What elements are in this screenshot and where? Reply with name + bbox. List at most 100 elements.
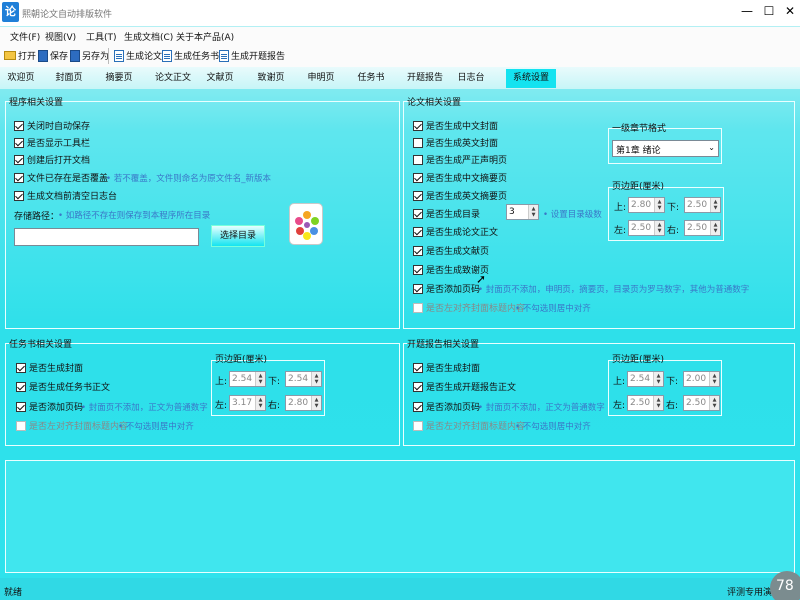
checkbox-task-left-align[interactable]: 是否左对齐封面标题内容: [16, 419, 128, 432]
paper-margin-right[interactable]: 2.50 ▲ ▼: [684, 220, 721, 236]
report-margin-left[interactable]: 2.50 ▲ ▼: [627, 395, 664, 411]
spinner-arrows[interactable]: ▲ ▼: [255, 372, 265, 386]
palette-icon[interactable]: [289, 203, 323, 245]
tab-declaration[interactable]: 申明页: [302, 69, 340, 88]
generate-report-button[interactable]: 生成开题报告: [219, 49, 285, 62]
generate-paper-button[interactable]: 生成论文: [114, 49, 162, 62]
checkbox-box[interactable]: [14, 137, 24, 148]
spinner-arrows[interactable]: ▲ ▼: [710, 221, 720, 235]
save-button[interactable]: 保存: [38, 49, 68, 62]
open-button[interactable]: 打开: [4, 49, 36, 62]
checkbox-box[interactable]: [14, 172, 24, 183]
checkbox-overwrite[interactable]: 文件已存在是否覆盖: [14, 171, 108, 184]
tab-body[interactable]: 论文正文: [150, 69, 196, 88]
spinner-arrows[interactable]: ▲ ▼: [311, 396, 321, 410]
tab-task-book[interactable]: 任务书: [352, 69, 390, 88]
checkbox-box[interactable]: [413, 137, 423, 148]
checkbox-toc[interactable]: 是否生成目录: [413, 207, 480, 220]
spinner-arrows[interactable]: ▲ ▼: [528, 205, 538, 219]
checkbox-open-after-create[interactable]: 创建后打开文档: [14, 153, 90, 166]
save-path-input[interactable]: [14, 228, 199, 246]
report-margin-bottom[interactable]: 2.00 ▲ ▼: [683, 371, 720, 387]
paper-margin-top[interactable]: 2.80 ▲ ▼: [628, 197, 665, 213]
spinner-arrows[interactable]: ▲ ▼: [653, 396, 663, 410]
checkbox-cn-cover[interactable]: 是否生成中文封面: [413, 119, 498, 132]
checkbox-box[interactable]: [413, 245, 423, 256]
tab-references[interactable]: 文献页: [201, 69, 239, 88]
checkbox-box[interactable]: [16, 401, 26, 412]
tab-proposal[interactable]: 开题报告: [402, 69, 448, 88]
checkbox-declaration[interactable]: 是否生成严正声明页: [413, 153, 507, 166]
checkbox-box[interactable]: [413, 381, 423, 392]
spinner-arrows[interactable]: ▲ ▼: [255, 396, 265, 410]
menu-file[interactable]: 文件(F): [10, 30, 40, 43]
menu-tools[interactable]: 工具(T): [86, 30, 117, 43]
paper-margin-bottom[interactable]: 2.50 ▲ ▼: [684, 197, 721, 213]
spinner-arrows[interactable]: ▲ ▼: [653, 372, 663, 386]
checkbox-box[interactable]: [413, 401, 423, 412]
spinner-arrows[interactable]: ▲ ▼: [709, 372, 719, 386]
checkbox-box[interactable]: [413, 172, 423, 183]
choose-directory-button[interactable]: 选择目录: [211, 225, 265, 247]
checkbox-left-align-cover[interactable]: 是否左对齐封面标题内容: [413, 301, 525, 314]
toc-level-spinner[interactable]: 3 ▲ ▼: [506, 204, 539, 220]
checkbox-report-body[interactable]: 是否生成开题报告正文: [413, 380, 516, 393]
checkbox-box[interactable]: [16, 362, 26, 373]
checkbox-box[interactable]: [413, 208, 423, 219]
task-margin-left[interactable]: 3.17 ▲ ▼: [229, 395, 266, 411]
checkbox-show-toolbar[interactable]: 是否显示工具栏: [14, 136, 90, 149]
report-margin-right[interactable]: 2.50 ▲ ▼: [683, 395, 720, 411]
checkbox-cn-abstract[interactable]: 是否生成中文摘要页: [413, 171, 507, 184]
tab-cover[interactable]: 封面页: [50, 69, 88, 88]
checkbox-box[interactable]: [413, 226, 423, 237]
tab-welcome[interactable]: 欢迎页: [2, 69, 40, 88]
checkbox-box[interactable]: [16, 420, 26, 431]
spinner-arrows[interactable]: ▲ ▼: [654, 198, 664, 212]
checkbox-task-page-number[interactable]: 是否添加页码: [16, 400, 83, 413]
menu-about[interactable]: 关于本产品(A): [176, 30, 234, 43]
spinner-arrows[interactable]: ▲ ▼: [654, 221, 664, 235]
paper-margin-left[interactable]: 2.50 ▲ ▼: [628, 220, 665, 236]
checkbox-box[interactable]: [16, 381, 26, 392]
chapter-format-select[interactable]: 第1章 绪论 ⌄: [612, 140, 719, 157]
tab-acknowledgement[interactable]: 致谢页: [252, 69, 290, 88]
checkbox-report-page-number[interactable]: 是否添加页码: [413, 400, 480, 413]
maximize-button[interactable]: ☐: [760, 4, 778, 18]
checkbox-box[interactable]: [14, 120, 24, 131]
checkbox-box[interactable]: [413, 154, 423, 165]
generate-task-button[interactable]: 生成任务书: [162, 49, 219, 62]
checkbox-box[interactable]: [14, 190, 24, 201]
spinner-arrows[interactable]: ▲ ▼: [710, 198, 720, 212]
task-margin-bottom[interactable]: 2.54 ▲ ▼: [285, 371, 322, 387]
spinner-arrows[interactable]: ▲ ▼: [709, 396, 719, 410]
task-margin-right[interactable]: 2.80 ▲ ▼: [285, 395, 322, 411]
checkbox-task-body[interactable]: 是否生成任务书正文: [16, 380, 110, 393]
checkbox-box[interactable]: [413, 190, 423, 201]
checkbox-box[interactable]: [413, 120, 423, 131]
checkbox-body[interactable]: 是否生成论文正文: [413, 225, 498, 238]
tab-system-settings[interactable]: 系统设置: [506, 69, 556, 88]
checkbox-box[interactable]: [413, 420, 423, 431]
menu-generate[interactable]: 生成文档(C): [124, 30, 173, 43]
minimize-button[interactable]: —: [738, 4, 756, 18]
close-button[interactable]: ✕: [781, 4, 799, 18]
tab-log[interactable]: 日志台: [452, 69, 490, 88]
checkbox-en-abstract[interactable]: 是否生成英文摘要页: [413, 189, 507, 202]
menu-view[interactable]: 视图(V): [45, 30, 76, 43]
checkbox-task-cover[interactable]: 是否生成封面: [16, 361, 83, 374]
checkbox-auto-save[interactable]: 关闭时自动保存: [14, 119, 90, 132]
checkbox-report-cover[interactable]: 是否生成封面: [413, 361, 480, 374]
checkbox-box[interactable]: [413, 283, 423, 294]
checkbox-box[interactable]: [413, 362, 423, 373]
task-margin-top[interactable]: 2.54 ▲ ▼: [229, 371, 266, 387]
checkbox-clear-log[interactable]: 生成文档前清空日志台: [14, 189, 117, 202]
spinner-arrows[interactable]: ▲ ▼: [311, 372, 321, 386]
checkbox-box[interactable]: [413, 264, 423, 275]
checkbox-box[interactable]: [413, 302, 423, 313]
checkbox-en-cover[interactable]: 是否生成英文封面: [413, 136, 498, 149]
tab-abstract[interactable]: 摘要页: [100, 69, 138, 88]
report-margin-top[interactable]: 2.54 ▲ ▼: [627, 371, 664, 387]
checkbox-page-number[interactable]: 是否添加页码: [413, 282, 480, 295]
checkbox-report-left-align[interactable]: 是否左对齐封面标题内容: [413, 419, 525, 432]
checkbox-references[interactable]: 是否生成文献页: [413, 244, 489, 257]
